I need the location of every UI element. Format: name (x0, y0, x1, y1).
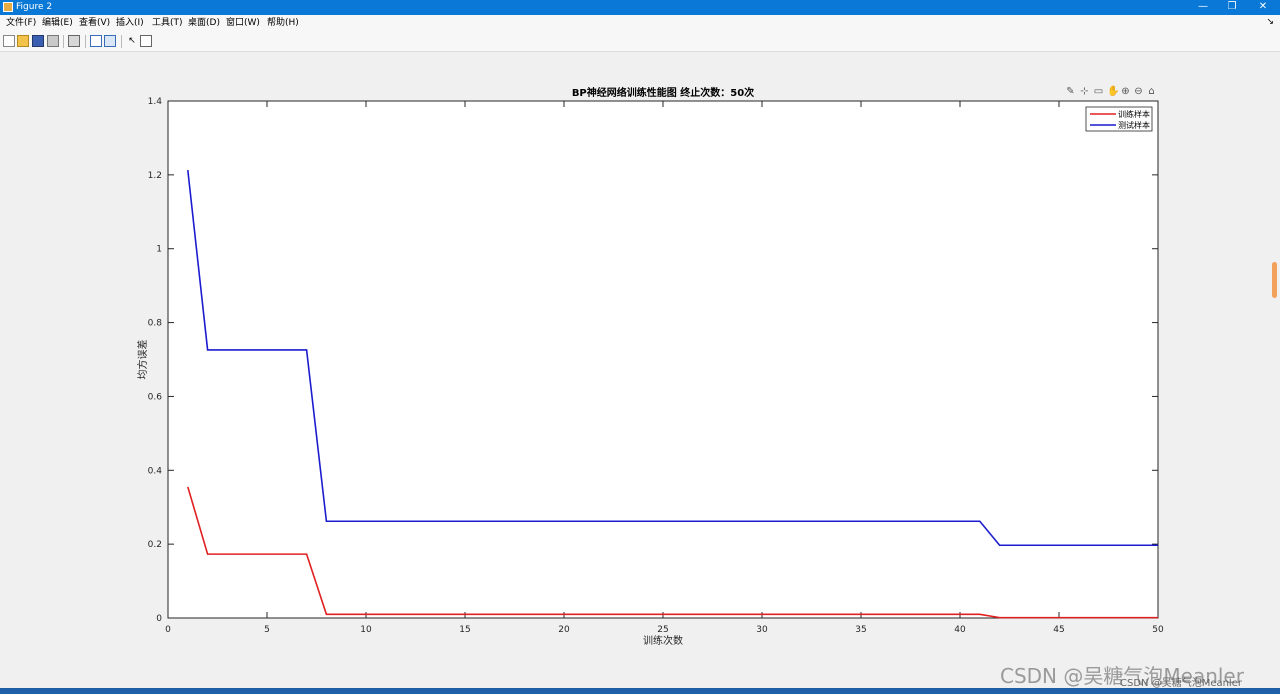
taskbar-edge (0, 688, 1280, 694)
x-tick-label: 30 (756, 625, 768, 635)
y-tick-label: 1.2 (148, 171, 162, 181)
y-tick-label: 0 (156, 614, 162, 624)
legend-label: 测试样本 (1118, 120, 1150, 130)
x-tick-label: 50 (1152, 625, 1164, 635)
y-tick-label: 0.6 (148, 392, 163, 402)
watermark-small: CSDN @吴糖气泡Meanler (1120, 678, 1242, 689)
y-tick-label: 0.2 (148, 540, 162, 550)
plot-area (167, 100, 1159, 619)
x-tick-label: 40 (954, 625, 966, 635)
legend-label: 训练样本 (1118, 109, 1150, 119)
x-tick-label: 15 (459, 625, 470, 635)
performance-chart: 0 5 10 15 20 25 30 35 40 45 50 0 0.2 0.4 0.6 0.8 1 1.2 1.4… (136, 86, 1164, 647)
x-tick-label: 5 (264, 625, 270, 635)
y-tick-label: 0.8 (148, 319, 163, 329)
x-tick-label: 35 (855, 625, 866, 635)
x-tick-label: 25 (657, 625, 668, 635)
x-tick-label: 10 (360, 625, 372, 635)
legend[interactable]: 训练样本测试样本 (1085, 106, 1153, 132)
y-tick-label: 1.4 (148, 97, 163, 107)
x-axis-label: 训练次数 (643, 634, 683, 647)
x-tick-label: 0 (165, 625, 171, 635)
y-tick-label: 0.4 (148, 466, 163, 476)
y-tick-label: 1 (156, 245, 162, 255)
chart-title: BP神经网络训练性能图 终止次数：50次 (572, 86, 754, 99)
y-axis-label: 均方误差 (136, 340, 149, 380)
x-tick-label: 45 (1053, 625, 1064, 635)
scroll-handle[interactable] (1272, 262, 1277, 298)
x-tick-label: 20 (558, 625, 570, 635)
